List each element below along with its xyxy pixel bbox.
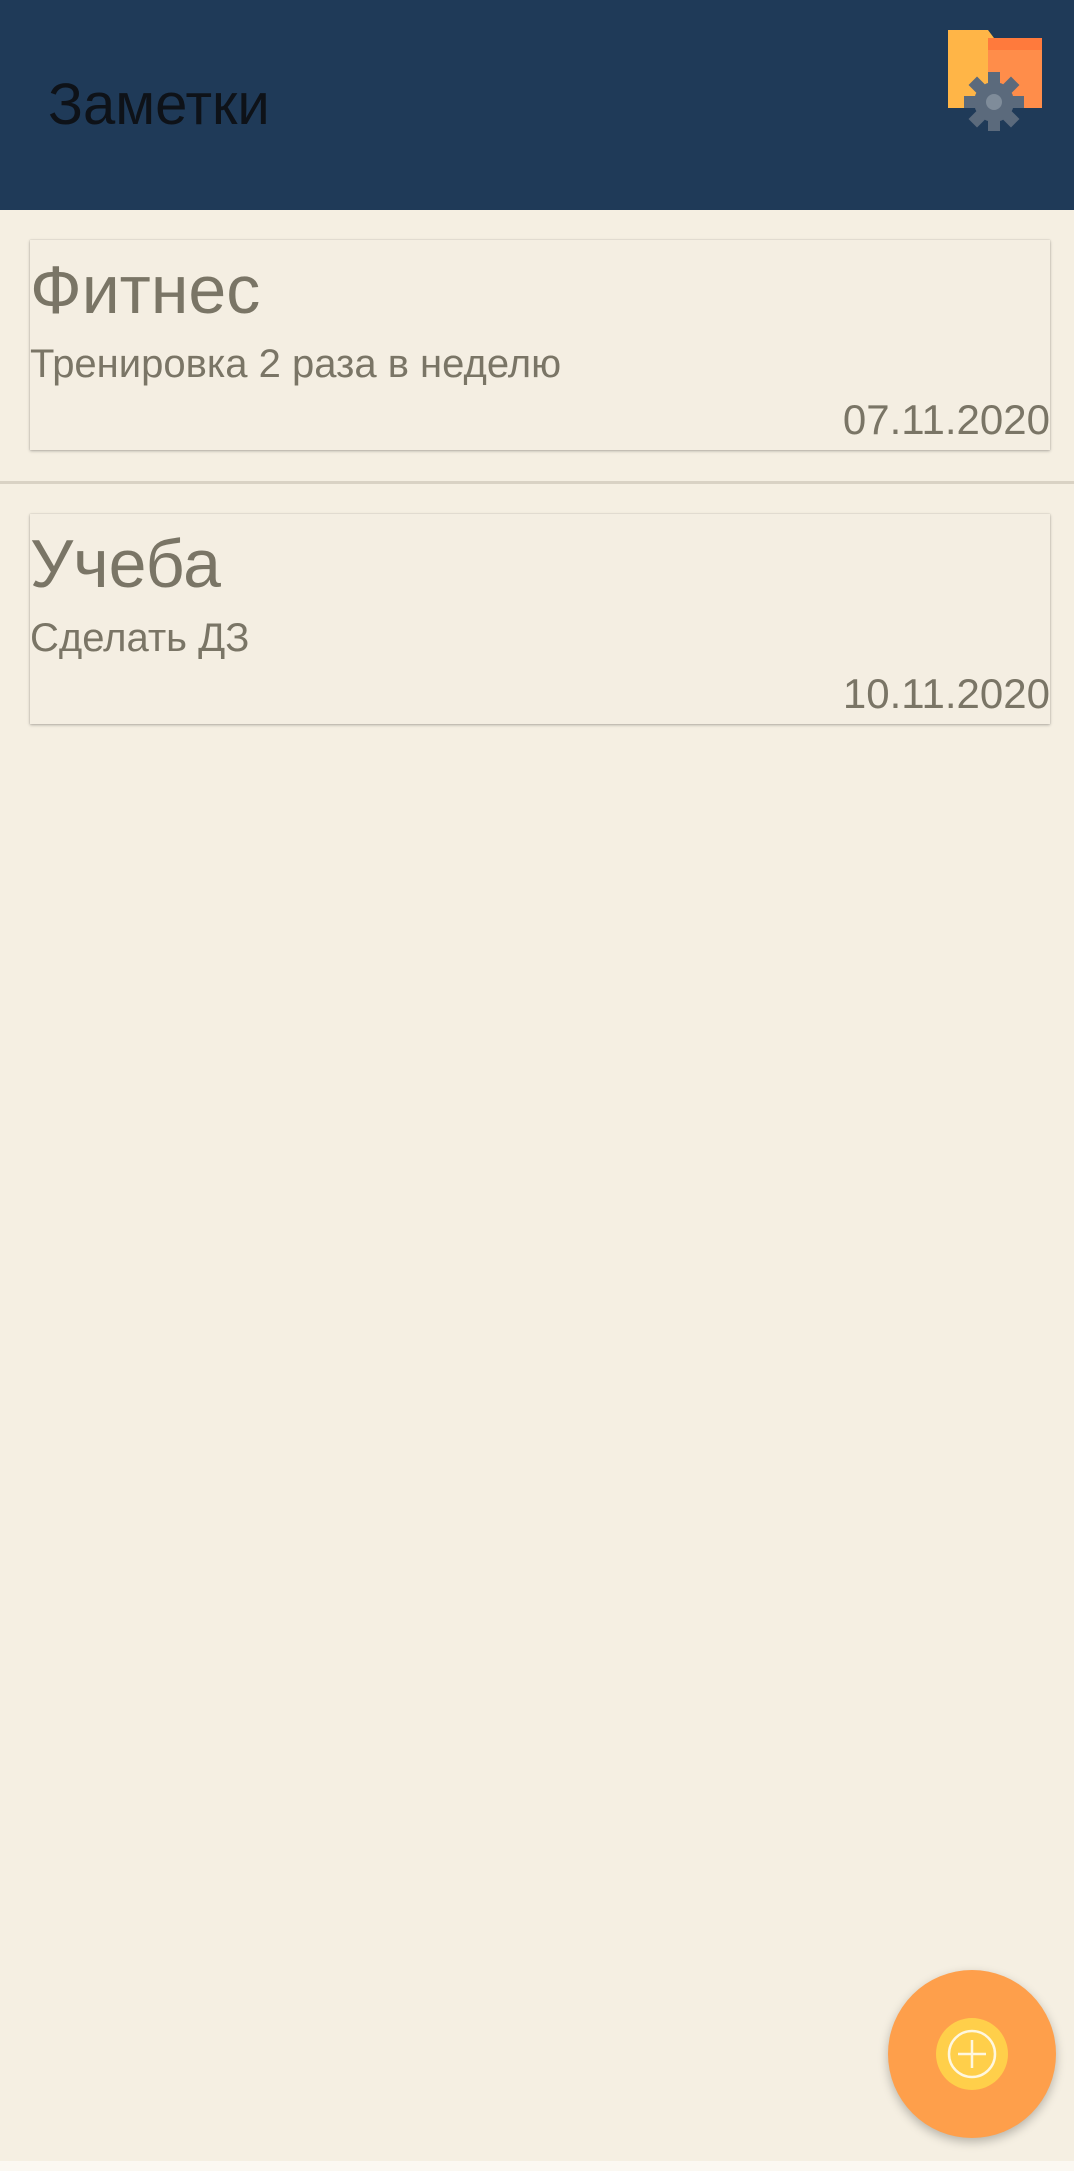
note-card[interactable]: Учеба Сделать ДЗ 10.11.2020 (30, 514, 1050, 724)
page-title: Заметки (48, 72, 270, 137)
add-note-button[interactable] (888, 1970, 1056, 2138)
add-circle-icon (936, 2018, 1008, 2090)
folder-gear-icon (948, 30, 1042, 131)
note-date: 07.11.2020 (842, 396, 1050, 443)
bottom-strip (0, 2161, 1074, 2171)
note-title: Учеба (30, 526, 221, 602)
note-date: 10.11.2020 (842, 670, 1050, 717)
note-body: Сделать ДЗ (30, 616, 250, 660)
settings-button[interactable] (940, 26, 1050, 131)
note-title: Фитнес (30, 252, 261, 328)
note-body: Тренировка 2 раза в неделю (30, 342, 562, 386)
app-bar: Заметки (0, 0, 1074, 210)
divider (0, 481, 1074, 484)
note-card[interactable]: Фитнес Тренировка 2 раза в неделю 07.11.… (30, 240, 1050, 450)
